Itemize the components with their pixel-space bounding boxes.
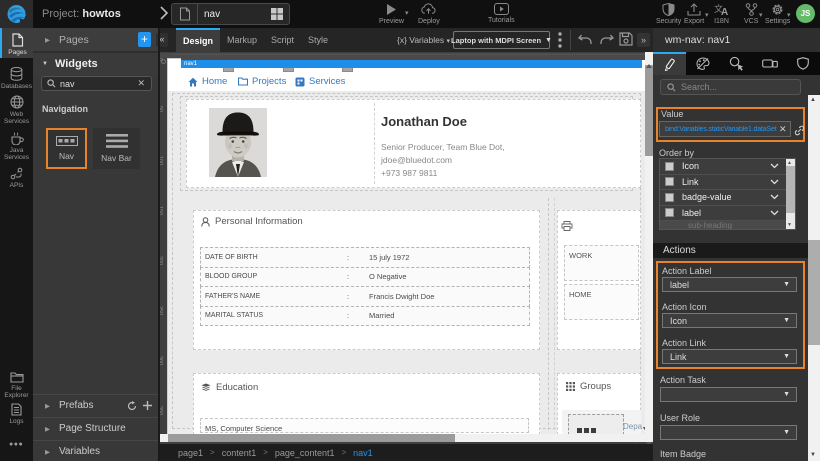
svg-text:A: A: [721, 7, 728, 16]
